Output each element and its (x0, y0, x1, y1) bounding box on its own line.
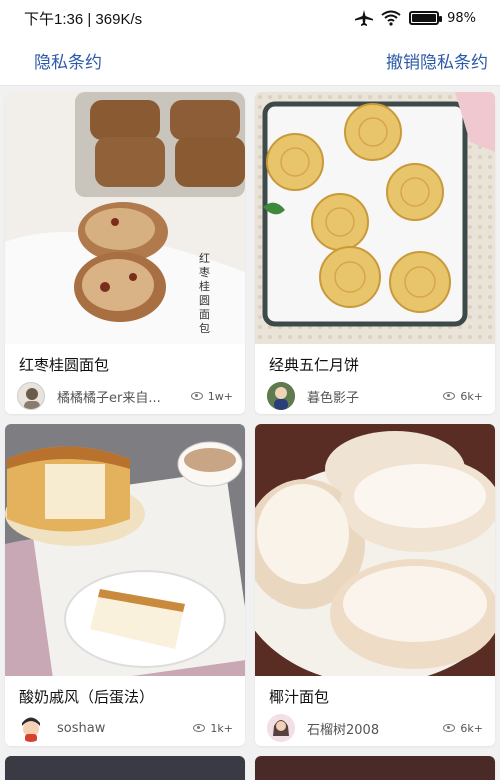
author-avatar[interactable] (17, 714, 45, 742)
status-bar: 下午1:36 | 369K/s 98% (0, 0, 500, 36)
view-count-value: 1k+ (210, 721, 233, 735)
recipe-image[interactable] (255, 424, 495, 676)
status-icons: 98% (355, 10, 476, 26)
recipe-image[interactable] (5, 424, 245, 676)
author-avatar[interactable] (17, 382, 45, 410)
recipe-meta: 石榴树2008 6k+ (255, 710, 495, 744)
recipe-title[interactable]: 椰汁面包 (255, 676, 495, 710)
recipe-title[interactable]: 红枣桂圆面包 (5, 344, 245, 378)
battery-percent: 98% (447, 10, 476, 26)
recipe-meta: 暮色影子 6k+ (255, 378, 495, 412)
recipe-title[interactable]: 经典五仁月饼 (255, 344, 495, 378)
eye-icon (443, 724, 456, 732)
wifi-icon (381, 10, 401, 26)
recipe-card[interactable]: 红枣桂圆面包 红枣桂圆面包 橘橘橘子er来自... 1w+ (5, 92, 245, 414)
recipe-card[interactable]: 酸奶戚风（后蛋法） soshaw 1k+ (5, 424, 245, 746)
recipe-card[interactable] (255, 756, 495, 780)
view-count: 1w+ (190, 389, 233, 403)
view-count: 6k+ (443, 390, 483, 403)
recipe-title[interactable]: 酸奶戚风（后蛋法） (5, 676, 245, 710)
recipe-image[interactable] (255, 92, 495, 344)
author-name[interactable]: 暮色影子 (307, 387, 437, 406)
eye-icon (190, 392, 203, 400)
recipe-meta: soshaw 1k+ (5, 710, 245, 744)
recipe-image[interactable]: 红枣桂圆面包 (5, 92, 245, 344)
status-time-speed: 下午1:36 | 369K/s (24, 10, 143, 28)
author-name[interactable]: 石榴树2008 (307, 719, 437, 738)
eye-icon (193, 724, 206, 732)
eye-icon (443, 392, 456, 400)
top-action-bar: 隐私条约 撤销隐私条约 (0, 36, 500, 86)
author-avatar[interactable] (267, 714, 295, 742)
view-count-value: 6k+ (460, 389, 483, 403)
author-avatar[interactable] (267, 382, 295, 410)
image-caption: 红枣桂圆面包 (199, 252, 210, 335)
recipe-card[interactable]: 经典五仁月饼 暮色影子 6k+ (255, 92, 495, 414)
airplane-icon (355, 10, 374, 26)
battery-level-fill (412, 14, 436, 22)
recipe-card[interactable]: 椰汁面包 石榴树2008 6k+ (255, 424, 495, 746)
view-count-value: 1w+ (207, 389, 233, 403)
privacy-policy-link[interactable]: 隐私条约 (34, 48, 102, 73)
author-name[interactable]: 橘橘橘子er来自... (57, 387, 185, 406)
recipe-feed[interactable]: 红枣桂圆面包 红枣桂圆面包 橘橘橘子er来自... 1w+ 经典五仁月饼 暮色影… (0, 86, 500, 780)
view-count: 1k+ (193, 722, 233, 735)
view-count-value: 6k+ (460, 721, 483, 735)
battery-icon (409, 11, 443, 25)
recipe-card[interactable] (5, 756, 245, 780)
view-count: 6k+ (443, 722, 483, 735)
author-name[interactable]: soshaw (57, 721, 187, 736)
recipe-image[interactable] (5, 756, 245, 780)
revoke-privacy-policy-link[interactable]: 撤销隐私条约 (386, 48, 488, 73)
recipe-meta: 橘橘橘子er来自... 1w+ (5, 378, 245, 412)
recipe-image[interactable] (255, 756, 495, 780)
